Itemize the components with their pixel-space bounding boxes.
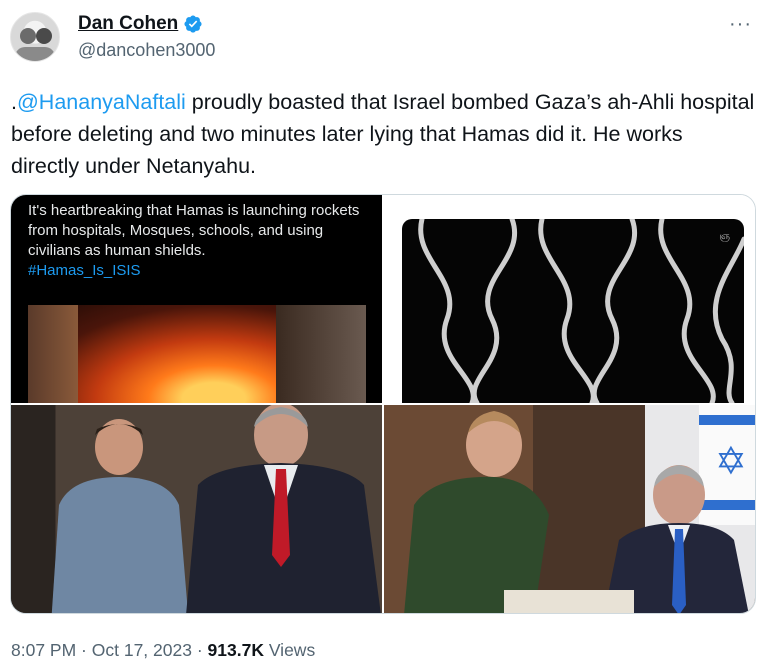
fire-photo-wall-left [28, 305, 78, 403]
avatar-figure-right [36, 28, 52, 44]
embedded-post-body: It's heartbreaking that Hamas is launchi… [28, 202, 360, 259]
watermark-glyph: ஞ [719, 231, 730, 242]
views-count: 913.7K [207, 640, 264, 660]
verified-badge-icon [184, 15, 202, 33]
embedded-post-hashtag: #Hamas_Is_ISIS [28, 262, 141, 279]
views-label: Views [263, 640, 316, 660]
meeting-photo-figures [404, 411, 749, 613]
author-handle[interactable]: @dancohen3000 [78, 40, 215, 61]
avatar-bodies [15, 47, 55, 61]
tweet-text: .@HananyaNaftali proudly boasted that Is… [11, 86, 756, 182]
more-options-icon[interactable]: ··· [729, 14, 752, 34]
chain-fence-photo: ஞ [402, 219, 744, 403]
media-image-2[interactable]: ஞ [384, 195, 755, 403]
tweet-time[interactable]: 8:07 PM [11, 640, 76, 660]
avatar-figure-left [20, 28, 36, 44]
author-avatar[interactable] [10, 12, 60, 62]
fire-photo-wall-right [276, 305, 366, 403]
mention-link[interactable]: @HananyaNaftali [17, 90, 186, 114]
meta-separator-2: · [191, 640, 208, 660]
media-image-3[interactable] [11, 405, 382, 613]
meta-separator-1: · [76, 640, 92, 660]
media-image-4[interactable]: ✡ [384, 405, 755, 613]
author-display-name[interactable]: Dan Cohen [78, 13, 178, 35]
embedded-post-text: It's heartbreaking that Hamas is launchi… [28, 201, 378, 281]
tweet-meta: 8:07 PM · Oct 17, 2023 · 913.7K Views [11, 640, 315, 661]
man-denim-shirt-figure [51, 419, 188, 613]
author-name-row: Dan Cohen [78, 13, 203, 35]
tweet-date[interactable]: Oct 17, 2023 [92, 640, 192, 660]
media-image-1[interactable]: It's heartbreaking that Hamas is launchi… [11, 195, 382, 403]
chain-fence-pattern [418, 219, 744, 403]
man-suit-red-tie-figure [186, 405, 381, 613]
media-grid: It's heartbreaking that Hamas is launchi… [10, 194, 756, 614]
fire-photo [28, 305, 366, 403]
